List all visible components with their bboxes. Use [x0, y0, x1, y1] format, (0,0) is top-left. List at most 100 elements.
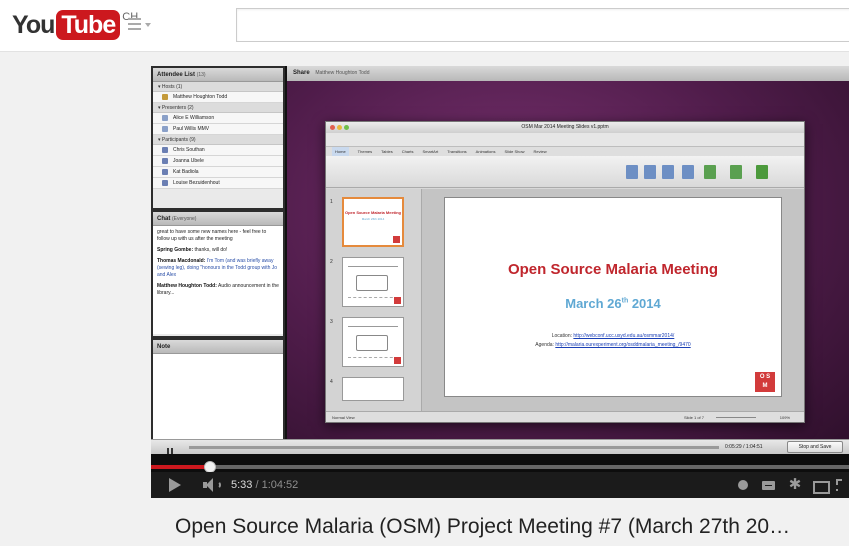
- attendee-row[interactable]: Louise Bezuidenhout: [153, 178, 283, 189]
- note-header: Note: [153, 340, 283, 354]
- slide-thumb: [342, 317, 404, 367]
- slide-thumb: [342, 377, 404, 401]
- agenda-link[interactable]: http://malaria.ourexperiment.org/osddmal…: [555, 342, 690, 348]
- presenter-icon: [162, 126, 168, 132]
- ribbon-tab: Transitions: [447, 149, 467, 154]
- duration: 1:04:52: [261, 479, 299, 491]
- participant-icon: [162, 180, 168, 186]
- video-player[interactable]: Attendee List (13) ▾ Hosts (1) Matthew H…: [151, 66, 849, 498]
- ribbon-icon: [704, 165, 716, 179]
- slide-agenda: Agenda: http://malaria.ourexperiment.org…: [535, 342, 691, 348]
- attendee-list-title: Attendee List: [157, 72, 196, 78]
- group-hosts[interactable]: ▾ Hosts (1): [153, 82, 283, 92]
- chat-scope: (Everyone): [172, 216, 197, 222]
- ribbon-tab: Charts: [401, 149, 414, 154]
- slide-location: Location: http://webconf.ucc.usyd.edu.au…: [551, 333, 675, 339]
- current-time: 5:33: [231, 479, 253, 491]
- chat-message: Matthew Houghton Todd: Audio announcemen…: [157, 283, 279, 296]
- view-mode: Normal View: [332, 415, 355, 420]
- logo-tube-text: Tube: [56, 10, 121, 40]
- theater-size-icon[interactable]: [812, 477, 830, 494]
- pause-icon[interactable]: [167, 443, 175, 454]
- zoom-level: 109%: [779, 415, 790, 420]
- thumb-number: 2: [330, 259, 333, 265]
- youtube-logo[interactable]: You Tube CH: [12, 10, 138, 40]
- ribbon-tab: Slide Show: [504, 149, 525, 154]
- ribbon-tab: Themes: [357, 149, 373, 154]
- osm-logo-icon: [393, 236, 400, 243]
- group-presenters[interactable]: ▾ Presenters (2): [153, 103, 283, 113]
- slide-date: March 26th 2014: [565, 296, 661, 311]
- logo-you-text: You: [12, 11, 55, 39]
- fullscreen-icon[interactable]: [834, 477, 848, 493]
- stop-and-save-button[interactable]: Stop and Save: [787, 441, 843, 453]
- window-buttons-icon: [330, 125, 349, 130]
- attendee-name: Kat Badiola: [173, 168, 199, 175]
- time-display: 5:33 / 1:04:52: [231, 479, 299, 491]
- osm-logo-icon: [394, 357, 401, 364]
- attendee-name: Matthew Houghton Todd: [173, 93, 228, 100]
- thumb-number: 1: [330, 199, 333, 205]
- ppt-ribbon-tabs: Home Themes Tables Charts SmartArt Trans…: [326, 147, 804, 156]
- ribbon-tab: Tables: [381, 149, 393, 154]
- share-header: Share Matthew Houghton Todd: [287, 66, 849, 81]
- info-icon[interactable]: [736, 477, 750, 493]
- ribbon-icon: [756, 165, 768, 179]
- ribbon-tab: Home: [332, 147, 349, 156]
- chat-message: Spring Gombe: thanks, will do!: [157, 247, 228, 253]
- attendee-row[interactable]: Chris Southan: [153, 145, 283, 156]
- play-icon[interactable]: [169, 478, 181, 492]
- ribbon-tab: Animations: [475, 149, 496, 154]
- ppt-statusbar: Normal View Slide 1 of 7 109%: [326, 411, 804, 422]
- slide-thumb: Open Source Malaria Meeting March 26th 2…: [342, 197, 404, 247]
- slide-counter: Slide 1 of 7: [683, 415, 704, 420]
- location-link[interactable]: http://webconf.ucc.usyd.edu.au/osmmar201…: [573, 333, 674, 339]
- attendee-row[interactable]: Joanna Ubele: [153, 156, 283, 167]
- meeting-sidebar: Attendee List (13) ▾ Hosts (1) Matthew H…: [151, 66, 285, 454]
- attendee-name: Louise Bezuidenhout: [173, 179, 220, 186]
- recording-track[interactable]: [189, 446, 719, 449]
- chat-message: great to have some new names here - feel…: [157, 229, 267, 242]
- ppt-toolbar: [326, 133, 804, 147]
- chat-pod: Chat (Everyone) great to have some new n…: [153, 212, 283, 336]
- ribbon-icon: [682, 165, 694, 179]
- participant-icon: [162, 158, 168, 164]
- attendee-list-header: Attendee List (13): [153, 68, 283, 82]
- ribbon-icon: [662, 165, 674, 179]
- attendee-row[interactable]: Alice E Williamson: [153, 113, 283, 124]
- attendee-row[interactable]: Matthew Houghton Todd: [153, 92, 283, 103]
- chat-message: Thomas Macdonald: I'm Tom (and was brief…: [157, 258, 278, 278]
- progress-played: [151, 465, 211, 469]
- chat-header: Chat (Everyone): [153, 212, 283, 226]
- masthead: You Tube CH: [0, 0, 849, 52]
- ppt-window-title: OSM Mar 2014 Meeting Slides v1.pptm: [521, 124, 609, 130]
- shared-desktop: OSM Mar 2014 Meeting Slides v1.pptm Home…: [287, 81, 849, 454]
- group-participants[interactable]: ▾ Participants (9): [153, 135, 283, 145]
- attendee-name: Alice E Williamson: [173, 114, 215, 121]
- search-input[interactable]: [236, 8, 849, 42]
- captions-icon[interactable]: [762, 477, 776, 493]
- osm-logo-icon: O SM: [755, 372, 775, 392]
- attendee-name: Paul Willis MMV: [173, 125, 210, 132]
- slide-thumbnails: 1 Open Source Malaria Meeting March 26th…: [326, 189, 422, 412]
- presenter-icon: [162, 115, 168, 121]
- video-frame[interactable]: Attendee List (13) ▾ Hosts (1) Matthew H…: [151, 66, 849, 454]
- zoom-slider: [716, 417, 756, 418]
- attendee-row[interactable]: Kat Badiola: [153, 167, 283, 178]
- attendee-list-pod: Attendee List (13) ▾ Hosts (1) Matthew H…: [153, 68, 283, 208]
- progress-bar[interactable]: [151, 461, 849, 473]
- video-title: Open Source Malaria (OSM) Project Meetin…: [175, 515, 791, 538]
- share-title: Share: [293, 70, 310, 76]
- attendee-row[interactable]: Paul Willis MMV: [153, 124, 283, 135]
- chat-messages: great to have some new names here - feel…: [153, 226, 283, 334]
- note-pod: Note: [153, 340, 283, 450]
- ribbon-icon: [730, 165, 742, 179]
- guide-menu-icon[interactable]: [128, 18, 152, 36]
- chat-title: Chat: [157, 216, 171, 222]
- powerpoint-window: OSM Mar 2014 Meeting Slides v1.pptm Home…: [325, 121, 805, 423]
- volume-icon[interactable]: [203, 478, 223, 492]
- ribbon-icon: [626, 165, 638, 179]
- settings-gear-icon[interactable]: ✱: [787, 477, 803, 493]
- thumb-number: 4: [330, 379, 333, 385]
- participant-icon: [162, 169, 168, 175]
